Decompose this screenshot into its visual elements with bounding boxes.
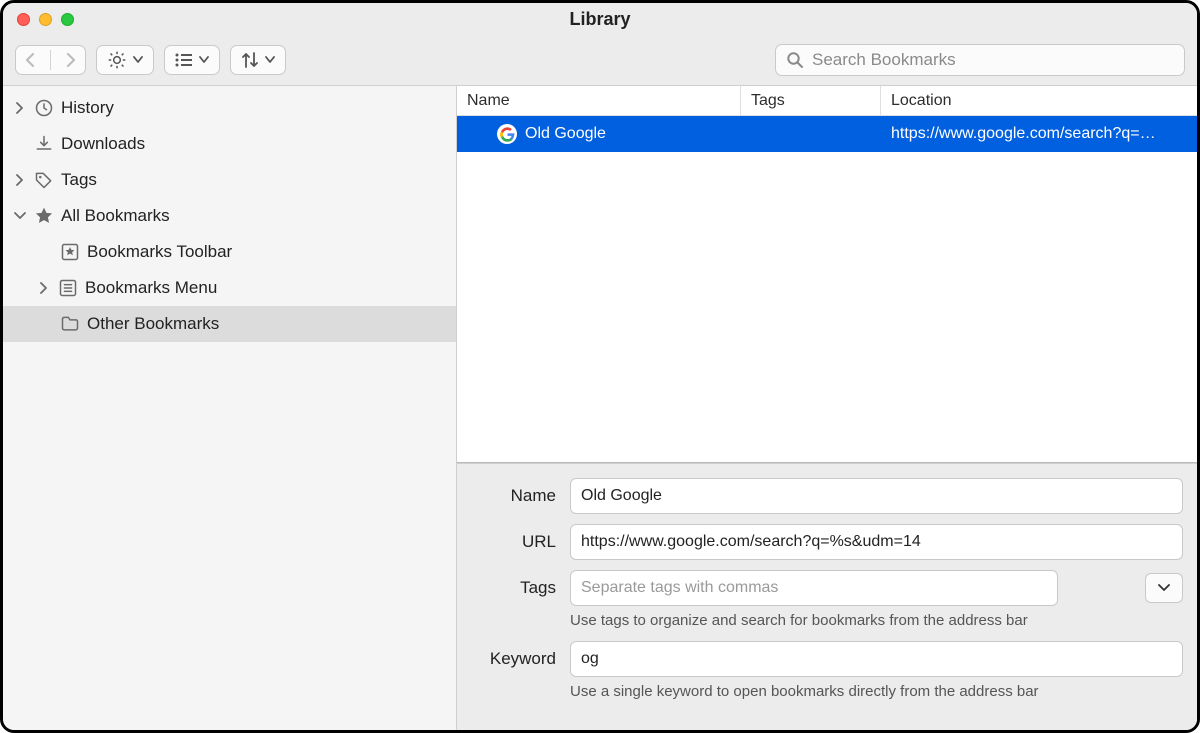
- sort-arrows-icon: [241, 51, 259, 69]
- toolbar: [3, 35, 1197, 85]
- sidebar-item-label: All Bookmarks: [61, 206, 170, 226]
- tags-hint: Use tags to organize and search for book…: [570, 612, 1183, 629]
- sidebar-item-history[interactable]: History: [3, 90, 456, 126]
- chevron-down-icon: [1158, 584, 1170, 592]
- column-header-name[interactable]: Name: [457, 86, 741, 115]
- search-icon: [786, 51, 804, 69]
- sidebar-item-label: Bookmarks Toolbar: [87, 242, 232, 262]
- details-label-name: Name: [471, 486, 556, 506]
- search-bookmarks[interactable]: [775, 44, 1185, 76]
- details-label-url: URL: [471, 532, 556, 552]
- chevron-right-icon: [16, 174, 24, 186]
- organize-button[interactable]: [96, 45, 154, 75]
- download-icon: [34, 134, 54, 154]
- details-name-input[interactable]: [570, 478, 1183, 514]
- tags-dropdown-button[interactable]: [1145, 573, 1183, 603]
- details-panel: Name URL Tags Use tags to organize and s…: [457, 463, 1197, 730]
- window-title: Library: [3, 9, 1197, 30]
- tag-icon: [34, 170, 54, 190]
- row-name: Old Google: [525, 125, 606, 143]
- details-label-keyword: Keyword: [471, 649, 556, 669]
- chevron-down-icon: [199, 56, 209, 64]
- sidebar-item-label: Bookmarks Menu: [85, 278, 217, 298]
- chevron-right-icon: [16, 102, 24, 114]
- sidebar-item-other-bookmarks[interactable]: Other Bookmarks: [3, 306, 456, 342]
- sidebar-item-label: Downloads: [61, 134, 145, 154]
- sidebar-item-label: History: [61, 98, 114, 118]
- chevron-right-icon: [66, 53, 76, 67]
- main-panel: Name Tags Location Old Google https://ww…: [457, 86, 1197, 730]
- table-row[interactable]: Old Google https://www.google.com/search…: [457, 116, 1197, 152]
- import-backup-button[interactable]: [230, 45, 286, 75]
- chevron-down-icon: [133, 56, 143, 64]
- list-icon: [58, 278, 78, 298]
- chevron-down-icon: [265, 56, 275, 64]
- table-header: Name Tags Location: [457, 86, 1197, 116]
- column-header-tags[interactable]: Tags: [741, 86, 881, 115]
- google-favicon-icon: [497, 124, 517, 144]
- row-tags: [741, 116, 881, 152]
- star-box-icon: [60, 242, 80, 262]
- details-tags-input[interactable]: [570, 570, 1058, 606]
- sidebar-item-label: Tags: [61, 170, 97, 190]
- details-url-input[interactable]: [570, 524, 1183, 560]
- views-button[interactable]: [164, 45, 220, 75]
- details-keyword-input[interactable]: [570, 641, 1183, 677]
- search-input[interactable]: [812, 50, 1174, 70]
- keyword-hint: Use a single keyword to open bookmarks d…: [570, 683, 1183, 700]
- star-icon: [34, 206, 54, 226]
- column-header-location[interactable]: Location: [881, 86, 1197, 115]
- chevron-down-icon: [14, 212, 26, 220]
- nav-forward-button[interactable]: [57, 46, 85, 74]
- sidebar-item-bookmarks-toolbar[interactable]: Bookmarks Toolbar: [3, 234, 456, 270]
- details-label-tags: Tags: [471, 578, 556, 598]
- gear-icon: [107, 50, 127, 70]
- chevron-right-icon: [40, 282, 48, 294]
- folder-icon: [60, 314, 80, 334]
- sidebar-item-downloads[interactable]: Downloads: [3, 126, 456, 162]
- sidebar: History Downloads Tags All Bookmarks Boo…: [3, 86, 457, 730]
- chevron-left-icon: [25, 53, 35, 67]
- sidebar-item-tags[interactable]: Tags: [3, 162, 456, 198]
- nav-back-button[interactable]: [16, 46, 44, 74]
- nav-back-forward: [15, 45, 86, 75]
- bookmarks-table: Name Tags Location Old Google https://ww…: [457, 86, 1197, 463]
- list-icon: [175, 53, 193, 67]
- sidebar-item-bookmarks-menu[interactable]: Bookmarks Menu: [3, 270, 456, 306]
- clock-icon: [34, 98, 54, 118]
- titlebar: Library: [3, 3, 1197, 35]
- sidebar-item-all-bookmarks[interactable]: All Bookmarks: [3, 198, 456, 234]
- row-location: https://www.google.com/search?q=…: [881, 116, 1197, 152]
- sidebar-item-label: Other Bookmarks: [87, 314, 219, 334]
